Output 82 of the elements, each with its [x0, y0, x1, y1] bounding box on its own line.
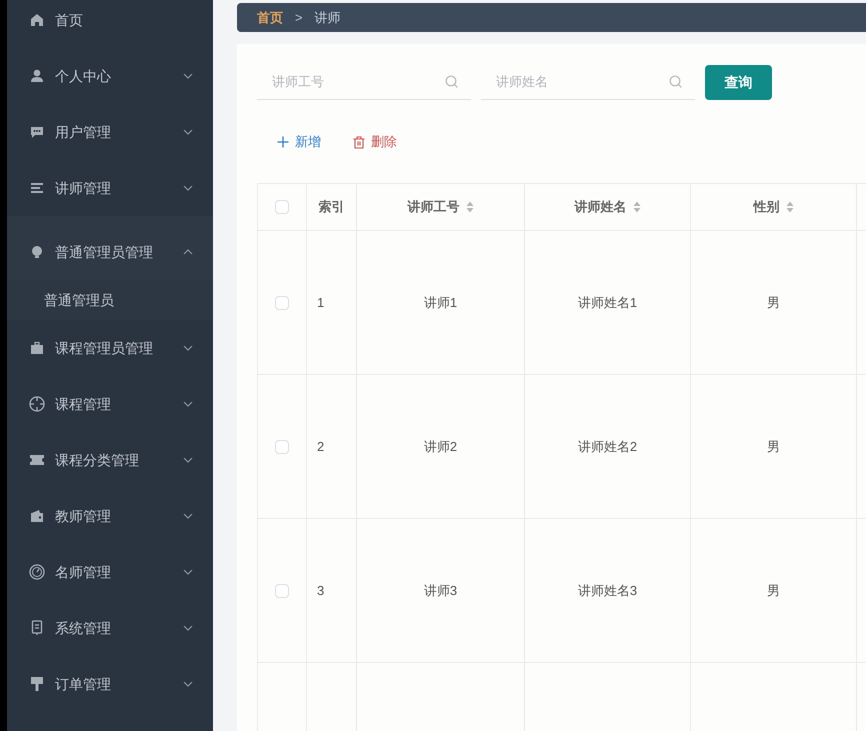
chevron-down-icon [183, 401, 193, 407]
chevron-down-icon [183, 457, 193, 463]
table-cell-text: 讲师2 [424, 438, 458, 456]
sort-icon [632, 201, 640, 213]
table-cell-text: 1 [317, 294, 324, 312]
row-checkbox[interactable] [275, 296, 289, 310]
delete-button[interactable]: 删除 [353, 132, 397, 152]
chat-icon [30, 125, 44, 139]
menu-label: 订单管理 [55, 674, 112, 694]
plus-icon [277, 136, 289, 148]
chevron-down-icon [183, 569, 193, 575]
table-cell-text: 3 [317, 582, 324, 600]
sidebar-menu-item[interactable]: 个人中心 [7, 48, 213, 104]
sign-icon [30, 676, 44, 692]
chevron-up-icon [183, 249, 193, 255]
chevron-down-icon [183, 625, 193, 631]
sidebar-menu-item[interactable]: 用户管理 [7, 104, 213, 160]
sidebar-menu-item[interactable]: 订单管理 [7, 656, 213, 712]
gauge-icon [29, 564, 45, 580]
search-icon [669, 75, 683, 89]
home-icon [30, 13, 44, 27]
sidebar-menu-item[interactable]: 课程管理 [7, 376, 213, 432]
row-checkbox[interactable] [275, 584, 289, 598]
sidebar-menu-item[interactable]: 首页 [7, 0, 213, 48]
breadcrumb-link[interactable]: 首页 [257, 8, 283, 28]
search-field[interactable]: 讲师工号 [257, 64, 471, 100]
table-cell-text: 男 [767, 438, 780, 456]
column-header[interactable]: 性别 [754, 197, 780, 217]
table-cell-text: 讲师姓名2 [578, 438, 638, 456]
chevron-down-icon [183, 513, 193, 519]
table-cell-text: 讲师姓名1 [578, 294, 638, 312]
table-cell-text: 男 [767, 582, 780, 600]
sidebar-menu-item[interactable]: 名师管理 [7, 544, 213, 600]
user-icon [30, 69, 44, 83]
ticket-icon [29, 453, 45, 467]
trash-icon [353, 136, 365, 148]
sort-icon [786, 201, 794, 213]
sidebar-menu-item[interactable]: 讲师管理 [7, 160, 213, 216]
sidebar-menu-item[interactable]: 课程管理员管理 [7, 320, 213, 376]
crosshair-icon [29, 396, 45, 412]
chevron-down-icon [183, 681, 193, 687]
chevron-down-icon [183, 73, 193, 79]
table-cell-text: 讲师姓名3 [578, 582, 638, 600]
menu-label: 课程管理员管理 [55, 338, 154, 358]
column-header: 索引 [318, 198, 344, 216]
column-header[interactable]: 讲师姓名 [574, 197, 626, 217]
bulb-icon [30, 245, 44, 259]
device-icon [31, 620, 43, 636]
menu-label: 名师管理 [55, 562, 112, 582]
add-button[interactable]: 新增 [277, 132, 321, 152]
briefcase-icon [30, 341, 44, 355]
search-field[interactable]: 讲师姓名 [481, 64, 695, 100]
menu-label: 首页 [55, 10, 84, 30]
menu-label: 普通管理员管理 [55, 242, 154, 262]
table-cell-text: 讲师3 [424, 582, 458, 600]
breadcrumb-current: 讲师 [314, 8, 341, 27]
table-cell-text: 讲师1 [424, 294, 458, 312]
sidebar-menu-item[interactable]: 课程分类管理 [7, 432, 213, 488]
wallet-icon [30, 509, 44, 523]
column-header[interactable]: 讲师工号 [408, 197, 460, 217]
sidebar-menu-item[interactable]: 系统管理 [7, 600, 213, 656]
list-icon [30, 181, 44, 195]
sort-icon [466, 201, 474, 213]
search-icon [445, 75, 459, 89]
chevron-down-icon [183, 129, 193, 135]
chevron-down-icon [183, 345, 193, 351]
breadcrumb-separator: > [295, 8, 303, 27]
menu-label: 课程管理 [55, 394, 112, 414]
query-button[interactable]: 查询 [705, 64, 772, 100]
row-checkbox[interactable] [275, 440, 289, 454]
menu-label: 系统管理 [55, 618, 112, 638]
sidebar-menu-item[interactable]: 教师管理 [7, 488, 213, 544]
menu-label: 教师管理 [55, 506, 112, 526]
menu-label: 课程分类管理 [55, 450, 140, 470]
sidebar-menu-item[interactable]: 普通管理员管理 [7, 224, 213, 280]
table-cell-text: 男 [767, 294, 780, 312]
select-all-checkbox[interactable] [275, 200, 289, 214]
chevron-down-icon [183, 185, 193, 191]
menu-label: 个人中心 [55, 66, 112, 86]
table-cell-text: 2 [317, 438, 324, 456]
menu-label: 讲师管理 [55, 178, 112, 198]
menu-label: 用户管理 [55, 122, 112, 142]
